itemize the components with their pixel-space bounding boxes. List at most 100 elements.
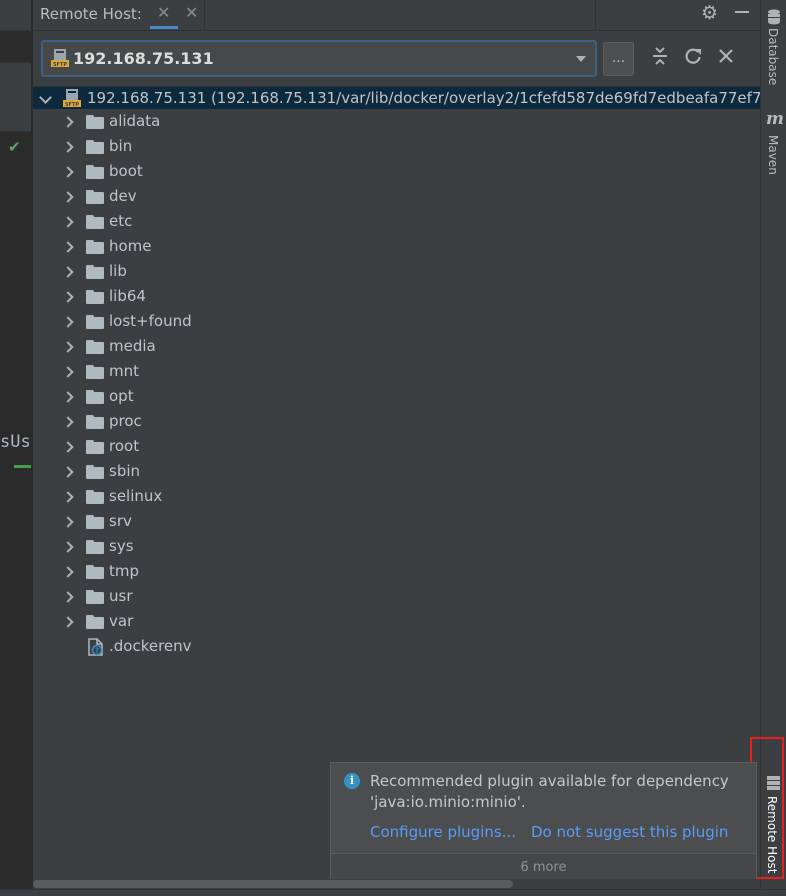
editor-band bbox=[0, 62, 31, 132]
minimize-icon[interactable] bbox=[735, 11, 749, 13]
editor-tab-area bbox=[0, 0, 31, 31]
tree-root-label: 192.168.75.131 (192.168.75.131/var/lib/d… bbox=[87, 89, 760, 107]
tab-close-icon[interactable]: ✕ bbox=[157, 3, 170, 22]
folder-icon bbox=[86, 290, 104, 304]
folder-icon bbox=[86, 465, 104, 479]
unknown-file-icon: ? bbox=[88, 638, 103, 656]
tree-folder-row[interactable]: media bbox=[33, 335, 760, 360]
tree-folder-row[interactable]: srv bbox=[33, 510, 760, 535]
scrollbar-thumb[interactable] bbox=[33, 880, 513, 888]
file-label: .dockerenv bbox=[109, 637, 192, 655]
chevron-right-icon[interactable] bbox=[62, 416, 74, 428]
tree-folder-row[interactable]: home bbox=[33, 235, 760, 260]
chevron-right-icon[interactable] bbox=[62, 441, 74, 453]
folder-label: lost+found bbox=[109, 312, 192, 330]
notification-message: Recommended plugin available for depende… bbox=[370, 772, 729, 811]
browse-button[interactable]: ... bbox=[603, 42, 634, 76]
gear-icon[interactable]: ⚙ bbox=[701, 2, 718, 24]
tree-folder-row[interactable]: bin bbox=[33, 135, 760, 160]
tab-close-icon[interactable]: ✕ bbox=[185, 3, 198, 22]
code-fragment: sUs bbox=[0, 432, 31, 452]
maven-icon: m bbox=[766, 109, 784, 129]
tree-folder-row[interactable]: mnt bbox=[33, 360, 760, 385]
sftp-icon: SFTP bbox=[63, 89, 81, 108]
remote-host-panel: Remote Host: ✕ ✕ ⚙ SFTP 192.168.75.131 .… bbox=[33, 0, 760, 895]
horizontal-scrollbar[interactable] bbox=[33, 879, 760, 889]
chevron-right-icon[interactable] bbox=[62, 216, 74, 228]
tab-separator bbox=[204, 0, 205, 30]
chevron-right-icon[interactable] bbox=[62, 566, 74, 578]
tree-folder-row[interactable]: alidata bbox=[33, 110, 760, 135]
tree-folder-row[interactable]: sbin bbox=[33, 460, 760, 485]
code-underline bbox=[14, 465, 31, 468]
tree-folder-row[interactable]: etc bbox=[33, 210, 760, 235]
close-icon[interactable] bbox=[716, 46, 736, 66]
chevron-down-icon[interactable] bbox=[576, 56, 586, 62]
info-icon: i bbox=[344, 773, 360, 789]
folder-icon bbox=[86, 415, 104, 429]
folder-icon bbox=[86, 115, 104, 129]
folder-icon bbox=[86, 165, 104, 179]
chevron-right-icon[interactable] bbox=[62, 541, 74, 553]
tool-window-database[interactable]: Database bbox=[766, 28, 780, 85]
do-not-suggest-link[interactable]: Do not suggest this plugin bbox=[531, 823, 728, 841]
host-select[interactable]: SFTP 192.168.75.131 bbox=[41, 40, 597, 77]
chevron-right-icon[interactable] bbox=[62, 341, 74, 353]
folder-label: sys bbox=[109, 537, 134, 555]
tree-folder-row[interactable]: tmp bbox=[33, 560, 760, 585]
active-tab-indicator bbox=[150, 26, 178, 29]
tree-folder-row[interactable]: root bbox=[33, 435, 760, 460]
refresh-icon[interactable] bbox=[683, 46, 703, 66]
tree-folder-row[interactable]: opt bbox=[33, 385, 760, 410]
chevron-right-icon[interactable] bbox=[62, 241, 74, 253]
chevron-right-icon[interactable] bbox=[62, 466, 74, 478]
configure-plugins-link[interactable]: Configure plugins... bbox=[370, 823, 516, 841]
chevron-right-icon[interactable] bbox=[62, 491, 74, 503]
tree-folder-row[interactable]: sys bbox=[33, 535, 760, 560]
tree-folder-row[interactable]: proc bbox=[33, 410, 760, 435]
folder-icon bbox=[86, 315, 104, 329]
more-notifications[interactable]: 6 more bbox=[331, 853, 756, 881]
chevron-right-icon[interactable] bbox=[62, 366, 74, 378]
folder-icon bbox=[86, 265, 104, 279]
folder-label: srv bbox=[109, 512, 132, 530]
chevron-right-icon[interactable] bbox=[62, 616, 74, 628]
tree-folder-row[interactable]: lib64 bbox=[33, 285, 760, 310]
chevron-right-icon[interactable] bbox=[62, 516, 74, 528]
tree-file-row[interactable]: ? .dockerenv bbox=[33, 635, 760, 660]
panel-title: Remote Host: bbox=[40, 5, 142, 23]
collapse-all-icon[interactable] bbox=[650, 46, 670, 66]
folder-label: lib bbox=[109, 262, 127, 280]
tree-folder-row[interactable]: boot bbox=[33, 160, 760, 185]
tree-folder-row[interactable]: var bbox=[33, 610, 760, 635]
tool-window-maven[interactable]: Maven bbox=[766, 135, 780, 175]
tree-folder-row[interactable]: lib bbox=[33, 260, 760, 285]
folder-icon bbox=[86, 490, 104, 504]
chevron-right-icon[interactable] bbox=[62, 116, 74, 128]
folder-icon bbox=[86, 365, 104, 379]
chevron-right-icon[interactable] bbox=[62, 166, 74, 178]
chevron-right-icon[interactable] bbox=[62, 191, 74, 203]
chevron-right-icon[interactable] bbox=[62, 291, 74, 303]
folder-label: etc bbox=[109, 212, 133, 230]
chevron-right-icon[interactable] bbox=[62, 391, 74, 403]
tree-root-row[interactable]: SFTP 192.168.75.131 (192.168.75.131/var/… bbox=[33, 87, 760, 109]
chevron-right-icon[interactable] bbox=[62, 266, 74, 278]
folder-label: boot bbox=[109, 162, 143, 180]
chevron-right-icon[interactable] bbox=[62, 141, 74, 153]
chevron-right-icon[interactable] bbox=[62, 316, 74, 328]
chevron-right-icon[interactable] bbox=[62, 591, 74, 603]
chevron-down-icon[interactable] bbox=[39, 91, 52, 104]
svg-text:SFTP: SFTP bbox=[53, 62, 67, 68]
folder-label: var bbox=[109, 612, 134, 630]
folder-label: opt bbox=[109, 387, 134, 405]
tree-folder-row[interactable]: selinux bbox=[33, 485, 760, 510]
plugin-notification: i Recommended plugin available for depen… bbox=[330, 762, 757, 881]
tree-folder-row[interactable]: lost+found bbox=[33, 310, 760, 335]
folder-label: bin bbox=[109, 137, 133, 155]
folder-icon bbox=[86, 615, 104, 629]
svg-text:SFTP: SFTP bbox=[65, 102, 79, 108]
tree-folder-row[interactable]: usr bbox=[33, 585, 760, 610]
sftp-icon: SFTP bbox=[51, 49, 69, 68]
tree-folder-row[interactable]: dev bbox=[33, 185, 760, 210]
